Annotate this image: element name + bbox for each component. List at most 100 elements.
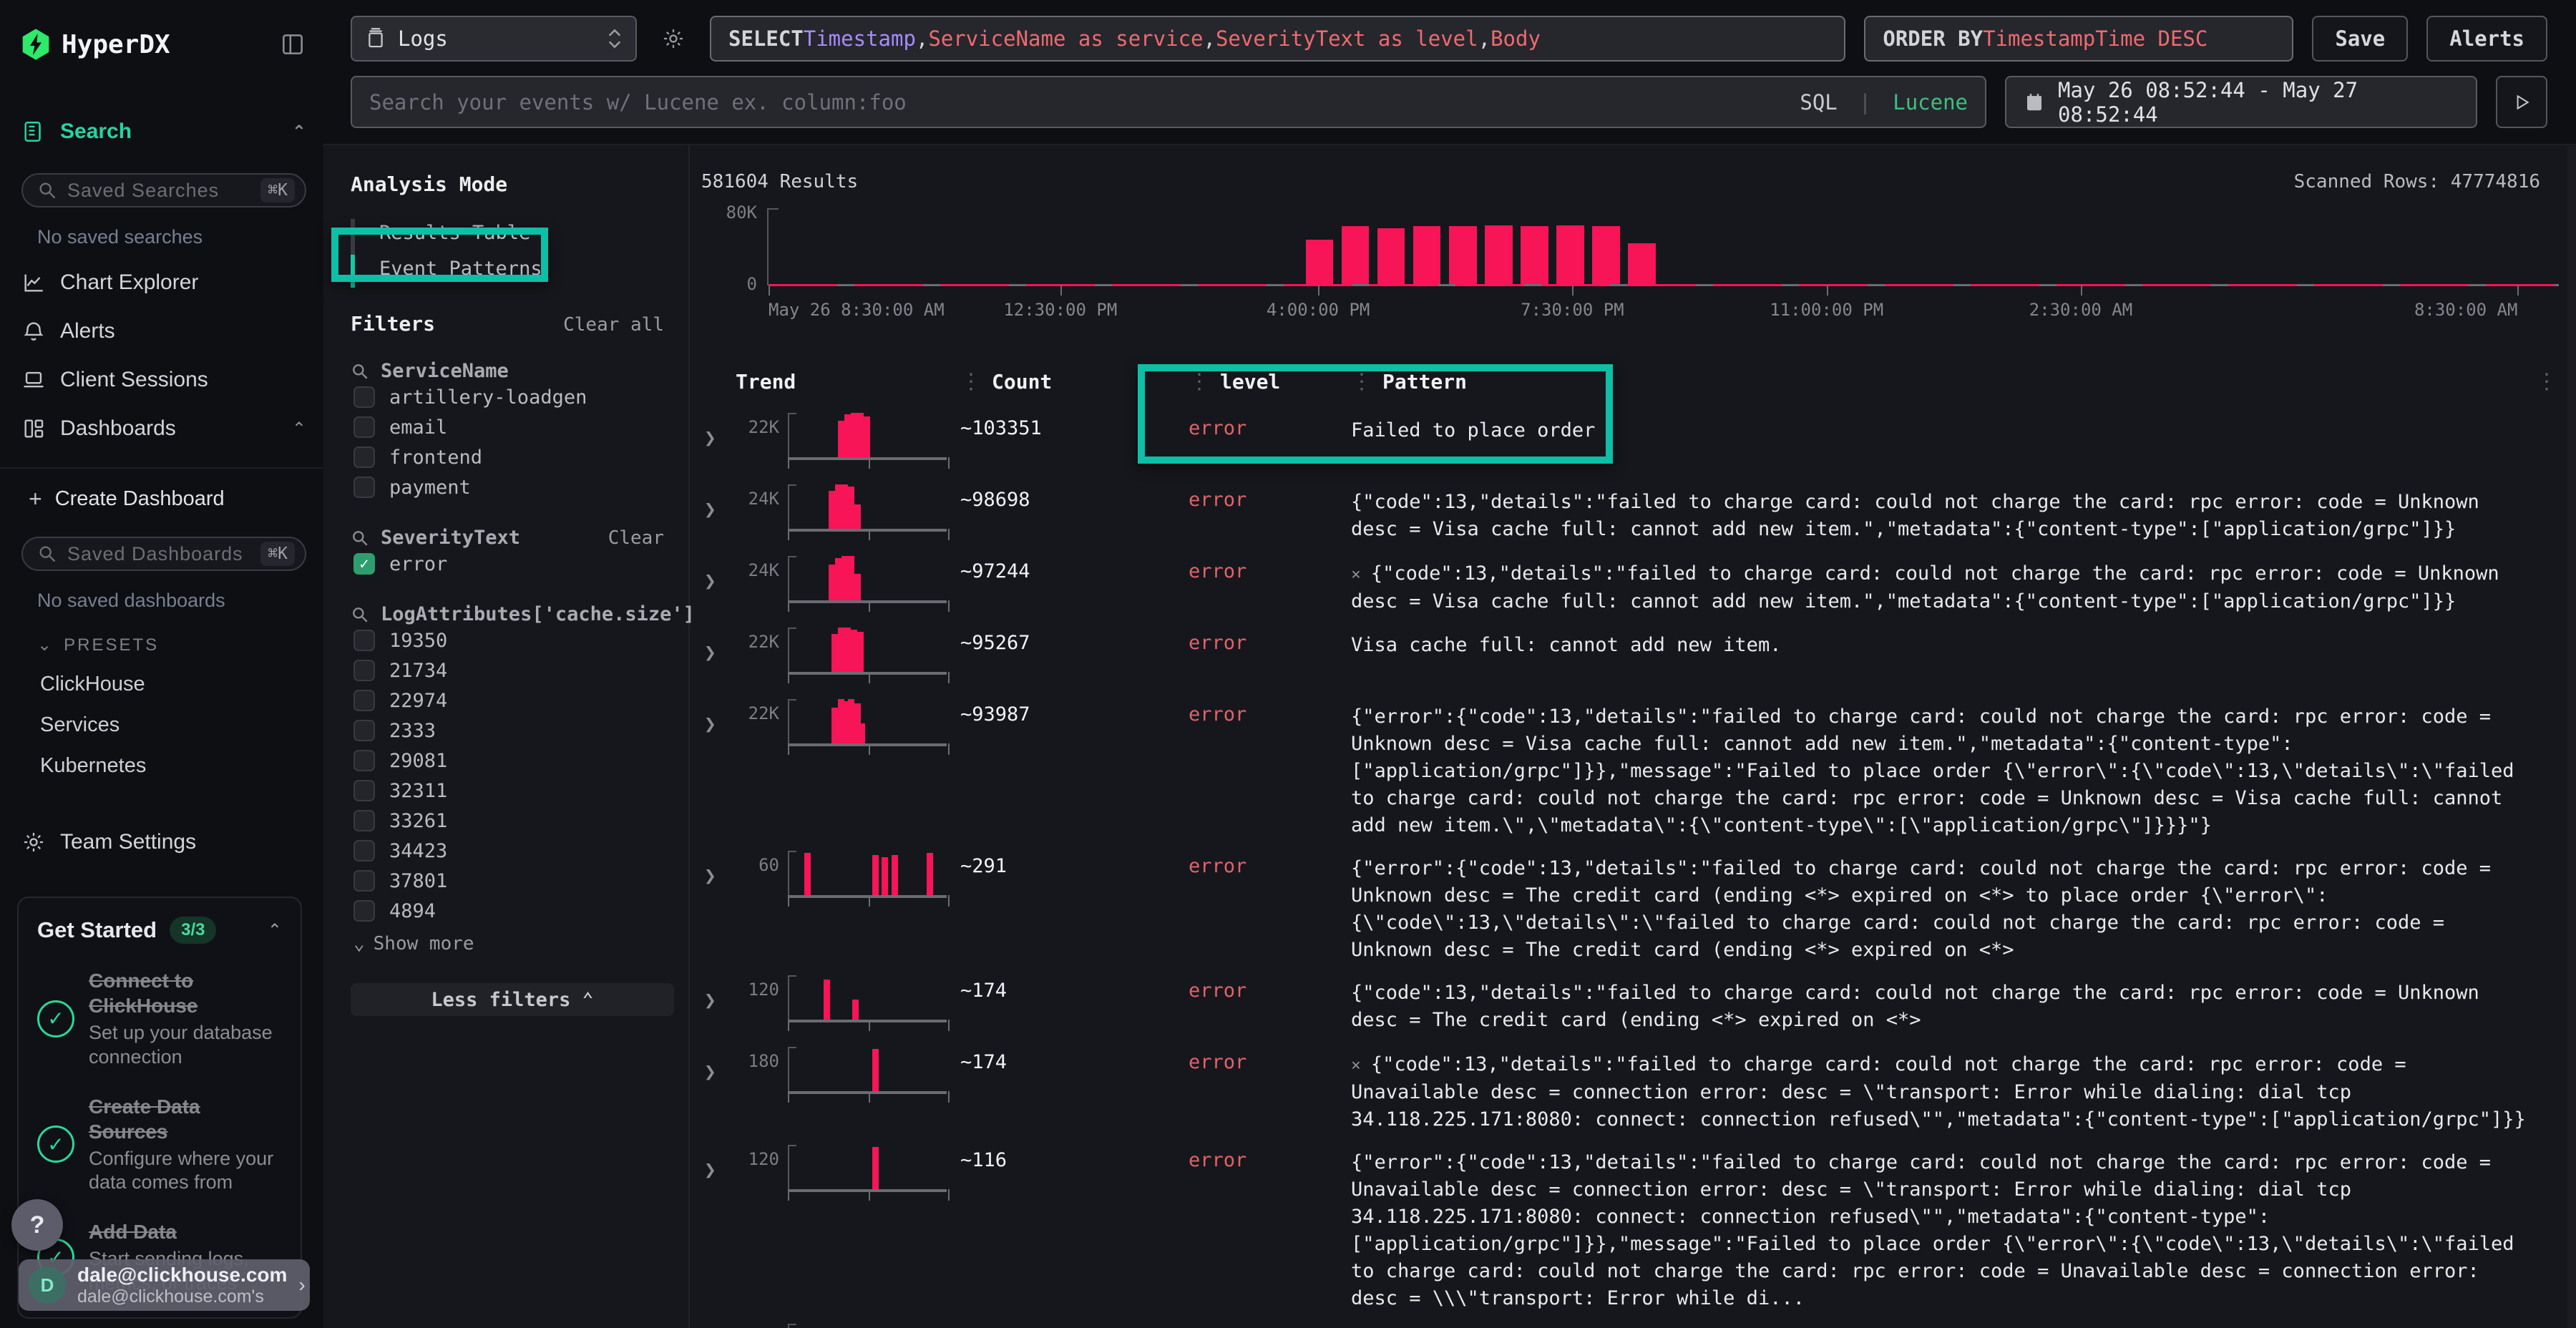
- histogram-bar[interactable]: [1628, 243, 1656, 284]
- run-search-button[interactable]: [2496, 76, 2547, 128]
- checkbox-unchecked[interactable]: [353, 386, 375, 408]
- checkbox-unchecked[interactable]: [353, 446, 375, 468]
- histogram-bar[interactable]: [1377, 228, 1405, 284]
- table-row[interactable]: ❯22K~103351errorFailed to place order: [700, 407, 2566, 473]
- presets-toggle[interactable]: ⌄ PRESETS: [37, 635, 306, 655]
- scrollbar[interactable]: [2567, 146, 2576, 1328]
- search-input[interactable]: Search your events w/ Lucene ex. column:…: [351, 76, 1986, 128]
- checkbox-unchecked[interactable]: [353, 720, 375, 741]
- sidebar-item-team-settings[interactable]: Team Settings: [21, 825, 306, 859]
- checkbox-unchecked[interactable]: [353, 900, 375, 922]
- row-expand-chevron-icon[interactable]: ❯: [700, 550, 736, 592]
- clear-all-link[interactable]: Clear all: [563, 314, 674, 336]
- sidebar-item-chart-explorer[interactable]: Chart Explorer: [21, 265, 306, 300]
- table-row[interactable]: ❯22K~95267errorVisa cache full: cannot a…: [700, 622, 2566, 688]
- row-expand-chevron-icon[interactable]: ❯: [700, 479, 736, 521]
- drag-handle-icon[interactable]: ⋮: [1189, 369, 1210, 394]
- filter-checkbox-item[interactable]: 19350: [353, 625, 674, 655]
- checkbox-unchecked[interactable]: [353, 660, 375, 681]
- saved-dashboards-input[interactable]: Saved Dashboards ⌘K: [21, 537, 306, 571]
- row-expand-chevron-icon[interactable]: ❯: [700, 693, 736, 736]
- preset-kubernetes[interactable]: Kubernetes: [40, 754, 306, 778]
- filter-checkbox-item[interactable]: artillery-loadgen: [353, 382, 674, 412]
- histogram-bar[interactable]: [1342, 226, 1370, 284]
- checkbox-unchecked[interactable]: [353, 750, 375, 771]
- column-header-trend[interactable]: Trend: [736, 370, 960, 394]
- filter-checkbox-item[interactable]: email: [353, 412, 674, 442]
- table-menu-icon[interactable]: ⋮: [2536, 369, 2557, 394]
- row-expand-chevron-icon[interactable]: ❯: [700, 1041, 736, 1083]
- saved-searches-input[interactable]: Saved Searches ⌘K: [21, 173, 306, 208]
- column-header-level[interactable]: ⋮level: [1189, 369, 1351, 394]
- row-expand-chevron-icon[interactable]: ❯: [700, 845, 736, 887]
- alerts-button[interactable]: Alerts: [2426, 16, 2547, 62]
- date-range-picker[interactable]: May 26 08:52:44 - May 27 08:52:44: [2005, 76, 2477, 128]
- mode-event-patterns[interactable]: Event Patterns: [362, 250, 674, 286]
- column-header-count[interactable]: ⋮Count: [960, 369, 1189, 394]
- filter-checkbox-item[interactable]: 34423: [353, 836, 674, 866]
- sidebar-item-search[interactable]: Search ⌃: [21, 114, 306, 149]
- row-expand-chevron-icon[interactable]: ❯: [700, 1318, 736, 1328]
- histogram-bar[interactable]: [1592, 226, 1620, 284]
- sidebar-collapse-icon[interactable]: [279, 31, 306, 58]
- help-button[interactable]: ?: [11, 1199, 63, 1251]
- preset-services[interactable]: Services: [40, 713, 306, 737]
- filter-checkbox-item[interactable]: payment: [353, 472, 674, 502]
- column-header-pattern[interactable]: ⋮Pattern: [1351, 369, 2566, 394]
- row-expand-chevron-icon[interactable]: ❯: [700, 1139, 736, 1181]
- user-menu[interactable]: D dale@clickhouse.com dale@clickhouse.co…: [19, 1259, 310, 1311]
- select-clause-input[interactable]: SELECT Timestamp, ServiceName as service…: [710, 16, 1845, 62]
- less-filters-button[interactable]: Less filters ⌃: [351, 983, 674, 1016]
- table-row[interactable]: ❯24K~98698error{"code":13,"details":"fai…: [700, 479, 2566, 545]
- checkbox-unchecked[interactable]: [353, 810, 375, 831]
- chevron-up-icon[interactable]: ⌃: [268, 920, 282, 941]
- table-row[interactable]: ❯60~291error{"error":{"code":13,"details…: [700, 845, 2566, 964]
- histogram-bar[interactable]: [1413, 226, 1441, 284]
- checkbox-unchecked[interactable]: [353, 630, 375, 651]
- row-expand-chevron-icon[interactable]: ❯: [700, 622, 736, 664]
- create-dashboard-button[interactable]: + Create Dashboard: [21, 486, 306, 512]
- save-button[interactable]: Save: [2312, 16, 2408, 62]
- get-started-item[interactable]: ✓Create Data SourcesConfigure where your…: [37, 1094, 282, 1196]
- sidebar-item-alerts[interactable]: Alerts: [21, 314, 306, 348]
- checkbox-unchecked[interactable]: [353, 690, 375, 711]
- show-more-link[interactable]: ⌄Show more: [353, 933, 674, 954]
- checkbox-unchecked[interactable]: [353, 416, 375, 438]
- table-row[interactable]: ❯60~116error×{"code":13,"details":"faile…: [700, 1318, 2566, 1328]
- filter-checkbox-item[interactable]: 29081: [353, 746, 674, 776]
- orderby-clause-input[interactable]: ORDER BY TimestampTime DESC: [1864, 16, 2293, 62]
- checkbox-unchecked[interactable]: [353, 477, 375, 498]
- table-row[interactable]: ❯22K~93987error{"error":{"code":13,"deta…: [700, 693, 2566, 839]
- filter-checkbox-item[interactable]: 32311: [353, 776, 674, 806]
- histogram-bar[interactable]: [1485, 225, 1513, 284]
- results-histogram[interactable]: 80K 0 May 26 8:30:00 AM12:30:00 PM4:00:0…: [700, 208, 2566, 330]
- filter-checkbox-item[interactable]: ✓error: [353, 549, 674, 579]
- table-row[interactable]: ❯180~174error×{"code":13,"details":"fail…: [700, 1041, 2566, 1133]
- histogram-bar[interactable]: [1449, 226, 1477, 284]
- row-expand-chevron-icon[interactable]: ❯: [700, 407, 736, 449]
- table-row[interactable]: ❯120~174error{"code":13,"details":"faile…: [700, 970, 2566, 1035]
- table-row[interactable]: ❯24K~97244error×{"code":13,"details":"fa…: [700, 550, 2566, 616]
- checkbox-unchecked[interactable]: [353, 840, 375, 861]
- filter-checkbox-item[interactable]: 4894: [353, 896, 674, 926]
- row-expand-chevron-icon[interactable]: ❯: [700, 970, 736, 1012]
- checkbox-checked[interactable]: ✓: [353, 553, 375, 575]
- filter-clear-link[interactable]: Clear: [608, 527, 674, 549]
- sidebar-item-dashboards[interactable]: Dashboards ⌃: [21, 411, 306, 446]
- source-select[interactable]: Logs: [351, 16, 637, 62]
- filter-checkbox-item[interactable]: 21734: [353, 655, 674, 685]
- chevron-up-icon[interactable]: ⌃: [292, 419, 306, 439]
- source-settings-gear-icon[interactable]: [655, 16, 691, 62]
- preset-clickhouse[interactable]: ClickHouse: [40, 673, 306, 696]
- checkbox-unchecked[interactable]: [353, 870, 375, 892]
- histogram-bar[interactable]: [1306, 240, 1334, 284]
- filter-checkbox-item[interactable]: 33261: [353, 806, 674, 836]
- filter-checkbox-item[interactable]: 2333: [353, 716, 674, 746]
- filter-checkbox-item[interactable]: 22974: [353, 685, 674, 716]
- chevron-up-icon[interactable]: ⌃: [292, 122, 306, 142]
- drag-handle-icon[interactable]: ⋮: [1351, 369, 1372, 394]
- get-started-item[interactable]: ✓Connect to ClickHouseSet up your databa…: [37, 968, 282, 1070]
- drag-handle-icon[interactable]: ⋮: [960, 369, 982, 394]
- sidebar-item-client-sessions[interactable]: Client Sessions: [21, 363, 306, 397]
- filter-checkbox-item[interactable]: frontend: [353, 442, 674, 472]
